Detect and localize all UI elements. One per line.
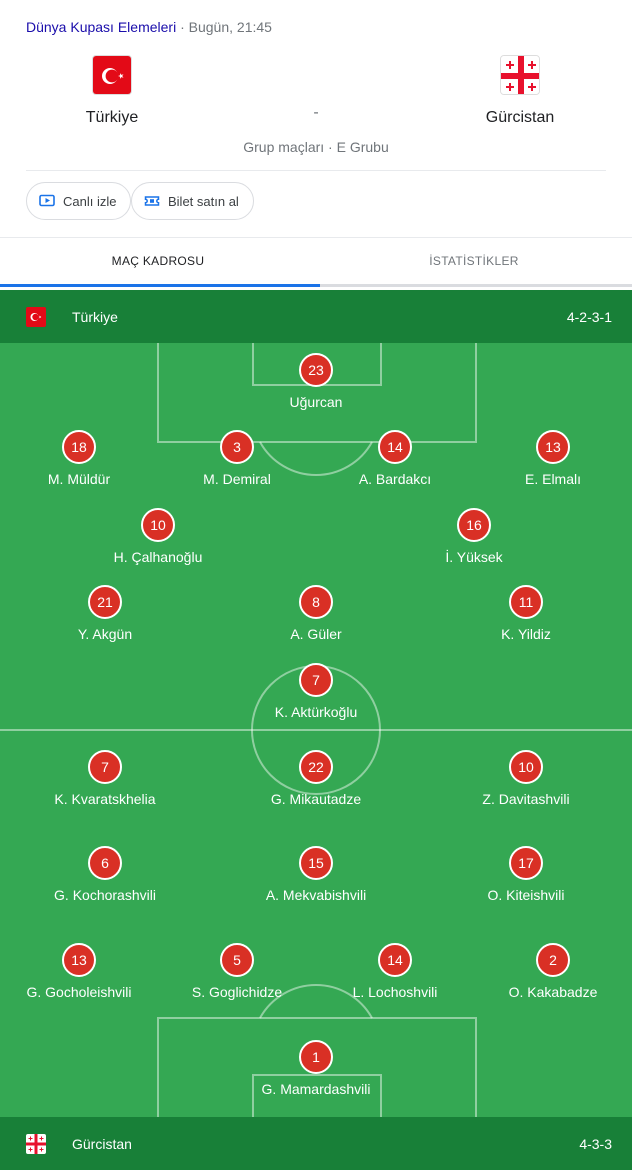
tab-stats[interactable]: İSTATİSTİKLER xyxy=(316,238,632,284)
player-name: O. Kiteishvili xyxy=(487,887,565,903)
turkey-flag-icon xyxy=(92,55,132,95)
home-player[interactable]: 16 İ. Yüksek xyxy=(394,508,554,565)
player-number-badge: 10 xyxy=(509,750,543,784)
home-player[interactable]: 21 Y. Akgün xyxy=(25,585,185,642)
home-formation: 4-2-3-1 xyxy=(566,308,612,325)
player-number-badge: 6 xyxy=(88,846,122,880)
away-team-name: Gürcistan xyxy=(485,109,555,126)
match-header: Dünya Kupası Elemeleri · Bugün, 21:45 xyxy=(26,19,272,35)
player-number-badge: 16 xyxy=(457,508,491,542)
away-player[interactable]: 5 S. Goglichidze xyxy=(157,943,317,1000)
player-name: A. Bardakcı xyxy=(358,471,432,487)
header-separator: · xyxy=(176,19,189,35)
player-number-badge: 3 xyxy=(220,430,254,464)
ticket-icon xyxy=(144,196,160,206)
pitch: 23 Uğurcan 18 M. Müldür 3 M. Demiral 14 A. Bard… xyxy=(0,343,632,1117)
player-number-badge: 15 xyxy=(299,846,333,880)
competition-link[interactable]: Dünya Kupası Elemeleri xyxy=(26,19,176,35)
away-player[interactable]: 6 G. Kochorashvili xyxy=(25,846,185,903)
home-player[interactable]: 11 K. Yildiz xyxy=(446,585,606,642)
player-name: Y. Akgün xyxy=(77,626,133,642)
away-player[interactable]: 15 A. Mekvabishvili xyxy=(236,846,396,903)
player-number-badge: 14 xyxy=(378,430,412,464)
player-name: G. Gocholeishvili xyxy=(26,984,132,1000)
home-team[interactable]: Türkiye xyxy=(52,55,172,127)
active-tab-indicator xyxy=(0,284,320,287)
tab-bar: MAÇ KADROSU İSTATİSTİKLER xyxy=(0,237,632,287)
player-name: A. Mekvabishvili xyxy=(265,887,367,903)
match-score: - xyxy=(313,104,319,121)
away-player[interactable]: 7 K. Kvaratskhelia xyxy=(25,750,185,807)
divider xyxy=(26,170,606,171)
player-number-badge: 22 xyxy=(299,750,333,784)
buy-tickets-button[interactable]: Bilet satın al xyxy=(131,182,254,220)
player-number-badge: 23 xyxy=(299,353,333,387)
player-name: A. Güler xyxy=(290,626,342,642)
away-team[interactable]: Gürcistan xyxy=(460,55,580,127)
away-formation: 4-3-3 xyxy=(579,1135,612,1152)
player-name: K. Yildiz xyxy=(501,626,551,642)
home-team-name: Türkiye xyxy=(85,109,139,126)
turkey-flag-icon xyxy=(26,306,46,327)
tab-lineup[interactable]: MAÇ KADROSU xyxy=(0,238,316,284)
player-name: E. Elmalı xyxy=(524,471,581,487)
player-number-badge: 18 xyxy=(62,430,96,464)
player-number-badge: 7 xyxy=(299,663,333,697)
watch-live-label: Canlı izle xyxy=(63,193,117,209)
home-player[interactable]: 18 M. Müldür xyxy=(0,430,159,487)
player-name: Uğurcan xyxy=(289,394,343,410)
player-name: O. Kakabadze xyxy=(508,984,598,1000)
player-number-badge: 7 xyxy=(88,750,122,784)
player-number-badge: 2 xyxy=(536,943,570,977)
player-number-badge: 11 xyxy=(509,585,543,619)
home-player[interactable]: 14 A. Bardakcı xyxy=(315,430,475,487)
away-player[interactable]: 13 G. Gocholeishvili xyxy=(0,943,159,1000)
player-name: S. Goglichidze xyxy=(191,984,283,1000)
player-number-badge: 1 xyxy=(299,1040,333,1074)
player-number-badge: 13 xyxy=(62,943,96,977)
home-player[interactable]: 10 H. Çalhanoğlu xyxy=(78,508,238,565)
away-player[interactable]: 22 G. Mikautadze xyxy=(236,750,396,807)
player-name: H. Çalhanoğlu xyxy=(113,549,203,565)
player-name: G. Kochorashvili xyxy=(54,887,156,903)
player-number-badge: 10 xyxy=(141,508,175,542)
player-name: Z. Davitashvili xyxy=(482,791,570,807)
home-player[interactable]: 7 K. Aktürkoğlu xyxy=(236,663,396,720)
player-number-badge: 14 xyxy=(378,943,412,977)
home-lineup-bar: Türkiye 4-2-3-1 xyxy=(0,290,632,343)
player-name: K. Aktürkoğlu xyxy=(274,704,358,720)
player-number-badge: 21 xyxy=(88,585,122,619)
match-time: Bugün, 21:45 xyxy=(188,19,272,35)
away-lineup-bar: Gürcistan 4-3-3 xyxy=(0,1117,632,1170)
player-number-badge: 8 xyxy=(299,585,333,619)
player-name: M. Müldür xyxy=(47,471,111,487)
away-player[interactable]: 2 O. Kakabadze xyxy=(473,943,632,1000)
away-player[interactable]: 10 Z. Davitashvili xyxy=(446,750,606,807)
player-number-badge: 5 xyxy=(220,943,254,977)
home-player[interactable]: 8 A. Güler xyxy=(236,585,396,642)
buy-tickets-label: Bilet satın al xyxy=(168,193,239,209)
player-name: M. Demiral xyxy=(203,471,271,487)
away-player[interactable]: 17 O. Kiteishvili xyxy=(446,846,606,903)
player-name: L. Lochoshvili xyxy=(352,984,438,1000)
player-name: İ. Yüksek xyxy=(445,549,503,565)
home-player[interactable]: 3 M. Demiral xyxy=(157,430,317,487)
home-lineup-team-name: Türkiye xyxy=(72,308,118,325)
play-screen-icon xyxy=(39,194,55,207)
watch-live-button[interactable]: Canlı izle xyxy=(26,182,132,220)
home-player[interactable]: 23 Uğurcan xyxy=(236,353,396,410)
player-number-badge: 17 xyxy=(509,846,543,880)
away-lineup-team-name: Gürcistan xyxy=(72,1135,132,1152)
georgia-flag-icon xyxy=(26,1133,46,1154)
player-number-badge: 13 xyxy=(536,430,570,464)
home-player[interactable]: 13 E. Elmalı xyxy=(473,430,632,487)
away-player[interactable]: 14 L. Lochoshvili xyxy=(315,943,475,1000)
player-name: K. Kvaratskhelia xyxy=(54,791,156,807)
group-info: Grup maçları · E Grubu xyxy=(243,139,389,155)
away-player[interactable]: 1 G. Mamardashvili xyxy=(236,1040,396,1097)
georgia-flag-icon xyxy=(500,55,540,95)
player-name: G. Mamardashvili xyxy=(261,1081,371,1097)
player-name: G. Mikautadze xyxy=(270,791,362,807)
